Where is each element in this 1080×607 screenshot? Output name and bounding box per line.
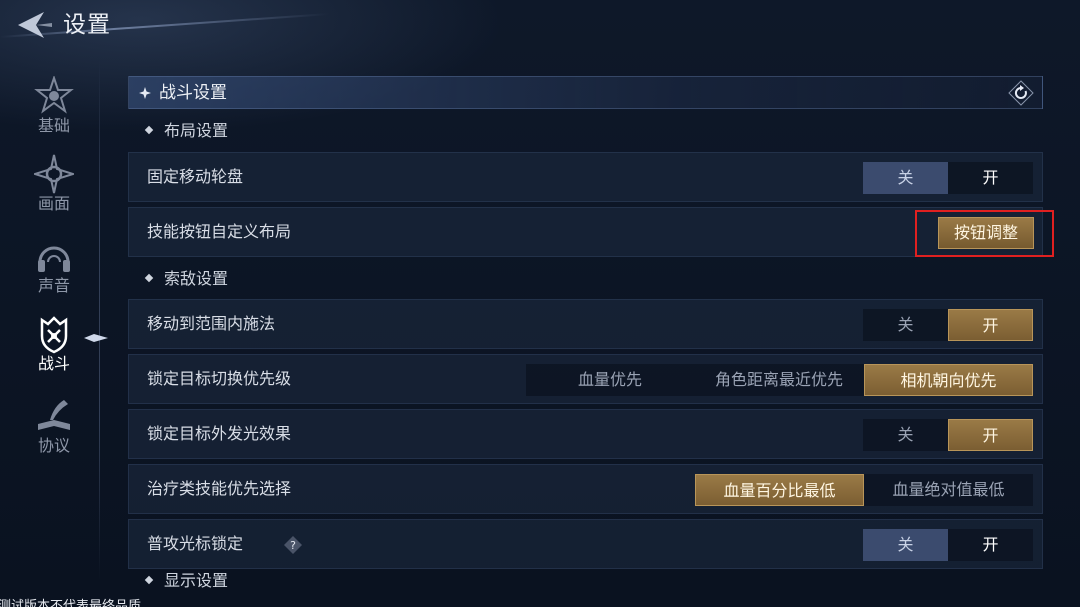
setting-row-cast-in-range: 移动到范围内施法 关 开 bbox=[128, 299, 1043, 349]
group-header-label: 布局设置 bbox=[164, 121, 229, 140]
back-arrow-icon[interactable] bbox=[14, 8, 54, 42]
bullet-diamond-icon bbox=[144, 125, 154, 134]
setting-label: 治疗类技能优先选择 bbox=[147, 479, 292, 498]
compass-star-icon bbox=[34, 76, 74, 114]
selector-target-priority: 血量优先 角色距离最近优先 相机朝向优先 bbox=[526, 364, 1033, 396]
bullet-diamond-icon bbox=[144, 273, 154, 282]
group-header-targeting: 索敌设置 bbox=[144, 267, 229, 291]
setting-label: 锁定目标外发光效果 bbox=[147, 424, 292, 443]
shield-crest-icon bbox=[40, 316, 68, 354]
sidebar: 基础 画面 声音 战斗 协议 bbox=[0, 60, 100, 580]
setting-label: 锁定目标切换优先级 bbox=[147, 369, 292, 388]
toggle-off-option[interactable]: 关 bbox=[863, 529, 948, 561]
group-header-display: 显示设置 bbox=[144, 569, 229, 593]
group-header-label: 索敌设置 bbox=[164, 269, 229, 288]
group-header-layout: 布局设置 bbox=[144, 119, 229, 143]
section-title: 战斗设置 bbox=[159, 83, 227, 103]
sidebar-item-agreement[interactable]: 协议 bbox=[18, 396, 90, 476]
setting-row-target-priority: 锁定目标切换优先级 血量优先 角色距离最近优先 相机朝向优先 bbox=[128, 354, 1043, 404]
highlight-annotation-box bbox=[915, 210, 1054, 257]
sidebar-item-label: 基础 bbox=[37, 116, 70, 135]
setting-label: 技能按钮自定义布局 bbox=[147, 222, 292, 241]
toggle-off-option[interactable]: 关 bbox=[863, 162, 948, 194]
toggle-target-glow: 关 开 bbox=[863, 419, 1033, 451]
sidebar-item-label: 协议 bbox=[37, 436, 70, 455]
option-hp-priority[interactable]: 血量优先 bbox=[526, 364, 694, 396]
toggle-off-option[interactable]: 关 bbox=[863, 419, 948, 451]
toggle-on-option[interactable]: 开 bbox=[948, 162, 1033, 194]
page-title: 设置 bbox=[63, 12, 111, 38]
sidebar-item-label: 战斗 bbox=[37, 354, 70, 373]
setting-label: 固定移动轮盘 bbox=[147, 167, 244, 186]
group-header-label: 显示设置 bbox=[164, 571, 229, 590]
help-question-icon[interactable]: ? bbox=[284, 536, 302, 554]
bullet-diamond-icon bbox=[144, 575, 154, 584]
gear-star-icon bbox=[34, 154, 74, 194]
section-header: 战斗设置 bbox=[128, 76, 1043, 109]
setting-row-fixed-joystick: 固定移动轮盘 关 开 bbox=[128, 152, 1043, 202]
sidebar-item-sound[interactable]: 声音 bbox=[18, 236, 90, 316]
option-nearest-priority[interactable]: 角色距离最近优先 bbox=[694, 364, 864, 396]
headphones-icon bbox=[38, 246, 70, 272]
active-tab-pointer-icon bbox=[84, 334, 108, 342]
toggle-cursor-lock: 关 开 bbox=[863, 529, 1033, 561]
sidebar-item-label: 声音 bbox=[37, 276, 70, 295]
toggle-fixed-joystick: 关 开 bbox=[863, 162, 1033, 194]
quill-book-icon bbox=[38, 400, 70, 430]
option-camera-priority[interactable]: 相机朝向优先 bbox=[864, 364, 1033, 396]
toggle-cast-in-range: 关 开 bbox=[863, 309, 1033, 341]
reset-icon[interactable] bbox=[1008, 80, 1034, 106]
setting-label: 移动到范围内施法 bbox=[147, 314, 276, 333]
settings-screen: 设置 基础 画面 声音 战斗 协议 战斗设置 布局设置 固定移动轮盘 关 开 技… bbox=[0, 0, 1080, 607]
setting-row-heal-priority: 治疗类技能优先选择 血量百分比最低 血量绝对值最低 bbox=[128, 464, 1043, 514]
sidebar-item-label: 画面 bbox=[37, 194, 70, 213]
option-lowest-hp-percent[interactable]: 血量百分比最低 bbox=[695, 474, 864, 506]
toggle-on-option[interactable]: 开 bbox=[948, 309, 1033, 341]
header: 设置 bbox=[0, 0, 1080, 50]
toggle-on-option[interactable]: 开 bbox=[948, 419, 1033, 451]
settings-content: 战斗设置 布局设置 固定移动轮盘 关 开 技能按钮自定义布局 按钮调整 索敌设置 bbox=[128, 76, 1054, 607]
setting-row-custom-layout: 技能按钮自定义布局 按钮调整 bbox=[128, 207, 1043, 257]
sidebar-item-combat[interactable]: 战斗 bbox=[18, 314, 90, 394]
sidebar-item-basic[interactable]: 基础 bbox=[18, 76, 90, 156]
diamond-sparkle-icon bbox=[139, 87, 151, 99]
svg-text:?: ? bbox=[290, 539, 296, 552]
option-lowest-hp-absolute[interactable]: 血量绝对值最低 bbox=[864, 474, 1033, 506]
selector-heal-priority: 血量百分比最低 血量绝对值最低 bbox=[695, 474, 1033, 506]
setting-row-cursor-lock: 普攻光标锁定 ? 关 开 bbox=[128, 519, 1043, 569]
setting-row-target-glow: 锁定目标外发光效果 关 开 bbox=[128, 409, 1043, 459]
build-watermark: 测试版本不代表最终品质 bbox=[0, 599, 142, 607]
toggle-off-option[interactable]: 关 bbox=[863, 309, 948, 341]
setting-label: 普攻光标锁定 bbox=[147, 534, 244, 553]
sidebar-item-graphics[interactable]: 画面 bbox=[18, 154, 90, 234]
toggle-on-option[interactable]: 开 bbox=[948, 529, 1033, 561]
